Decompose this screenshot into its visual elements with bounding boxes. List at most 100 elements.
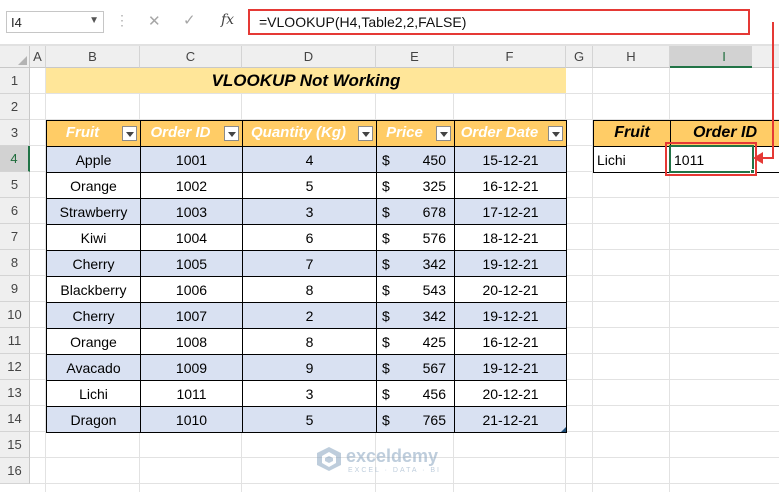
table-cell-date[interactable]: 17-12-21 <box>454 198 567 225</box>
column-header-a[interactable]: A <box>30 46 46 68</box>
table-cell-date[interactable]: 16-12-21 <box>454 172 567 199</box>
column-header-d[interactable]: D <box>242 46 376 68</box>
spreadsheet-grid[interactable]: A B C D E F G H I 1 2 3 4 5 6 7 8 9 10 11 12 13 14 15 16 VLOOKUP … <box>0 46 779 492</box>
row-header-15[interactable]: 15 <box>0 432 30 458</box>
column-header-h[interactable]: H <box>593 46 670 68</box>
table-header-order-id: Order ID <box>140 120 243 147</box>
cancel-icon[interactable]: ✕ <box>148 12 161 30</box>
table-cell-fruit[interactable]: Kiwi <box>46 224 141 251</box>
row-header-9[interactable]: 9 <box>0 276 30 302</box>
table-cell-order-id[interactable]: 1006 <box>140 276 243 303</box>
table-cell-price[interactable]: $450 <box>376 146 455 173</box>
table-cell-order-id[interactable]: 1009 <box>140 354 243 381</box>
table-cell-price[interactable]: $567 <box>376 354 455 381</box>
lookup-cell-fruit[interactable]: Lichi <box>593 146 671 173</box>
table-cell-order-id[interactable]: 1008 <box>140 328 243 355</box>
table-cell-fruit[interactable]: Dragon <box>46 406 141 433</box>
row-header-6[interactable]: 6 <box>0 198 30 224</box>
table-cell-date[interactable]: 20-12-21 <box>454 380 567 407</box>
row-header-14[interactable]: 14 <box>0 406 30 432</box>
row-header-12[interactable]: 12 <box>0 354 30 380</box>
table-cell-quantity[interactable]: 4 <box>242 146 377 173</box>
table-cell-order-id[interactable]: 1002 <box>140 172 243 199</box>
table-cell-quantity[interactable]: 8 <box>242 276 377 303</box>
row-header-8[interactable]: 8 <box>0 250 30 276</box>
table-cell-price[interactable]: $342 <box>376 302 455 329</box>
row-header-4[interactable]: 4 <box>0 146 30 172</box>
table-cell-order-id[interactable]: 1010 <box>140 406 243 433</box>
table-cell-date[interactable]: 19-12-21 <box>454 302 567 329</box>
table-cell-order-id[interactable]: 1003 <box>140 198 243 225</box>
filter-dropdown-button[interactable] <box>122 126 137 141</box>
row-header-3[interactable]: 3 <box>0 120 30 146</box>
table-cell-fruit[interactable]: Lichi <box>46 380 141 407</box>
row-header-10[interactable]: 10 <box>0 302 30 328</box>
name-box[interactable]: I4 ▼ <box>6 11 104 33</box>
column-header-g[interactable]: G <box>566 46 593 68</box>
column-header-f[interactable]: F <box>454 46 566 68</box>
row-header-7[interactable]: 7 <box>0 224 30 250</box>
filter-dropdown-button[interactable] <box>224 126 239 141</box>
chevron-down-icon[interactable]: ▼ <box>89 15 99 26</box>
filter-dropdown-button[interactable] <box>436 126 451 141</box>
row-header-11[interactable]: 11 <box>0 328 30 354</box>
table-cell-price[interactable]: $325 <box>376 172 455 199</box>
row-header-13[interactable]: 13 <box>0 380 30 406</box>
table-cell-price[interactable]: $543 <box>376 276 455 303</box>
row-header-1[interactable]: 1 <box>0 68 30 94</box>
table-cell-date[interactable]: 19-12-21 <box>454 250 567 277</box>
cell-value: 20-12-21 <box>482 282 539 298</box>
table-cell-price[interactable]: $425 <box>376 328 455 355</box>
table-cell-quantity[interactable]: 9 <box>242 354 377 381</box>
table-cell-quantity[interactable]: 2 <box>242 302 377 329</box>
table-cell-date[interactable]: 21-12-21 <box>454 406 567 433</box>
row-header-2[interactable]: 2 <box>0 94 30 120</box>
table-cell-date[interactable]: 19-12-21 <box>454 354 567 381</box>
table-cell-fruit[interactable]: Cherry <box>46 302 141 329</box>
table-cell-quantity[interactable]: 3 <box>242 380 377 407</box>
table-cell-fruit[interactable]: Orange <box>46 328 141 355</box>
table-cell-fruit[interactable]: Strawberry <box>46 198 141 225</box>
table-cell-quantity[interactable]: 7 <box>242 250 377 277</box>
filter-dropdown-button[interactable] <box>358 126 373 141</box>
formula-input[interactable]: =VLOOKUP(H4,Table2,2,FALSE) <box>248 9 750 35</box>
table-cell-price[interactable]: $765 <box>376 406 455 433</box>
table-cell-quantity[interactable]: 5 <box>242 172 377 199</box>
table-cell-date[interactable]: 15-12-21 <box>454 146 567 173</box>
table-cell-fruit[interactable]: Apple <box>46 146 141 173</box>
table-cell-order-id[interactable]: 1011 <box>140 380 243 407</box>
enter-check-icon[interactable]: ✓ <box>183 11 196 29</box>
column-header-c[interactable]: C <box>140 46 242 68</box>
fill-handle[interactable] <box>750 169 755 174</box>
table-cell-quantity[interactable]: 3 <box>242 198 377 225</box>
table-cell-order-id[interactable]: 1004 <box>140 224 243 251</box>
table-cell-price[interactable]: $342 <box>376 250 455 277</box>
table-cell-price[interactable]: $456 <box>376 380 455 407</box>
row-header-16[interactable]: 16 <box>0 458 30 484</box>
select-all-button[interactable] <box>0 46 30 68</box>
table-cell-quantity[interactable]: 5 <box>242 406 377 433</box>
table-cell-fruit[interactable]: Avacado <box>46 354 141 381</box>
filter-dropdown-button[interactable] <box>548 126 563 141</box>
table-cell-fruit[interactable]: Blackberry <box>46 276 141 303</box>
table-cell-price[interactable]: $576 <box>376 224 455 251</box>
cell-value: 5 <box>305 412 314 428</box>
table-cell-fruit[interactable]: Orange <box>46 172 141 199</box>
table-cell-quantity[interactable]: 6 <box>242 224 377 251</box>
table-cell-date[interactable]: 20-12-21 <box>454 276 567 303</box>
table-cell-price[interactable]: $678 <box>376 198 455 225</box>
column-header-e[interactable]: E <box>376 46 454 68</box>
table-cell-order-id[interactable]: 1005 <box>140 250 243 277</box>
table-resize-handle[interactable] <box>561 427 566 432</box>
table-cell-date[interactable]: 16-12-21 <box>454 328 567 355</box>
table-cell-date[interactable]: 18-12-21 <box>454 224 567 251</box>
select-all-icon <box>18 56 27 65</box>
column-header-b[interactable]: B <box>46 46 140 68</box>
row-header-5[interactable]: 5 <box>0 172 30 198</box>
insert-function-icon[interactable]: fx <box>221 12 234 28</box>
table-cell-order-id[interactable]: 1007 <box>140 302 243 329</box>
currency-symbol: $ <box>382 204 390 220</box>
table-cell-order-id[interactable]: 1001 <box>140 146 243 173</box>
table-cell-fruit[interactable]: Cherry <box>46 250 141 277</box>
table-cell-quantity[interactable]: 8 <box>242 328 377 355</box>
